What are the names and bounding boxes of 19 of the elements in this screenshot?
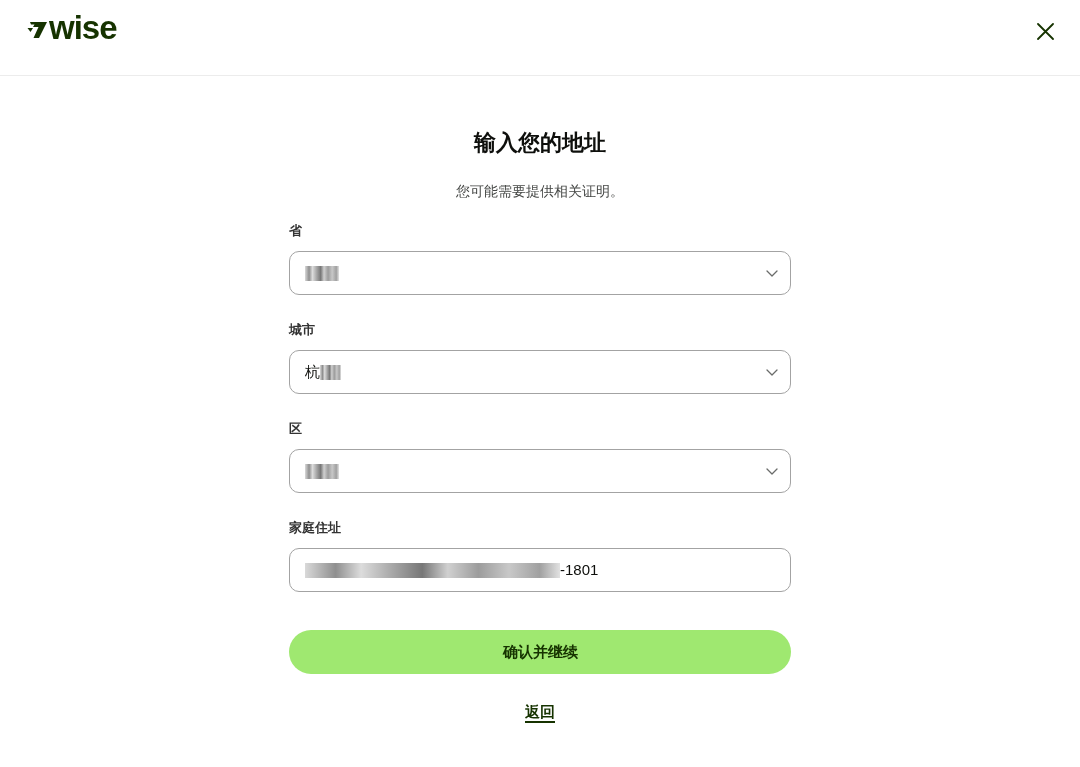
dropdown-field[interactable]	[289, 251, 791, 295]
chevron-down-icon	[766, 467, 778, 475]
back-link[interactable]: 返回	[525, 702, 555, 722]
confirm-continue-button[interactable]: 确认并继续	[289, 630, 791, 674]
field-label: 省	[289, 222, 302, 240]
chevron-down-icon	[766, 269, 778, 277]
flag-logo-icon	[27, 21, 47, 38]
close-icon	[1036, 22, 1054, 40]
field-label: 家庭住址	[289, 519, 341, 537]
page-title: 输入您的地址	[474, 129, 606, 157]
input-field[interactable]: -1801	[289, 548, 791, 592]
field-label: 城市	[289, 321, 315, 339]
dropdown-field[interactable]	[289, 449, 791, 493]
wise-logo: wise	[49, 11, 117, 45]
page-subtitle: 您可能需要提供相关证明。	[456, 182, 624, 201]
field-label: 区	[289, 420, 302, 438]
close-button[interactable]	[1036, 22, 1054, 40]
dropdown-field[interactable]: 杭	[289, 350, 791, 394]
chevron-down-icon	[766, 368, 778, 376]
